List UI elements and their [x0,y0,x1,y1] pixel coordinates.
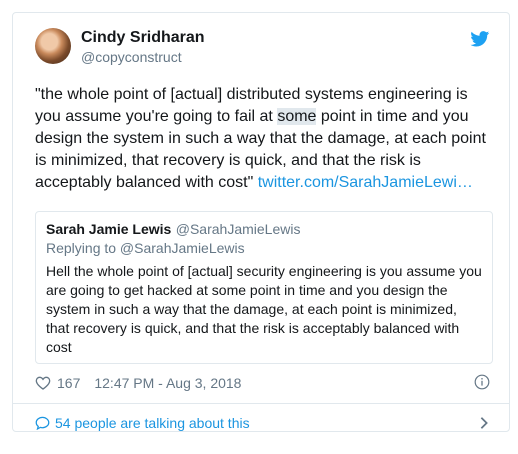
like-count[interactable]: 167 [57,375,80,391]
speech-bubble-icon [35,416,50,430]
tweet-card[interactable]: Cindy Sridharan @copyconstruct "the whol… [12,12,510,432]
divider [13,403,509,404]
quoted-author-handle: @SarahJamieLewis [175,221,301,237]
tweet-meta: 167 12:47 PM - Aug 3, 2018 [35,375,241,391]
author-handle[interactable]: @copyconstruct [81,49,182,65]
info-icon[interactable] [474,374,490,390]
heart-icon[interactable] [35,376,51,390]
tweet-text: "the whole point of [actual] distributed… [35,84,495,194]
timestamp[interactable]: 12:47 PM - Aug 3, 2018 [94,375,241,391]
twitter-bird-icon[interactable] [470,31,490,47]
quoted-author-name: Sarah Jamie Lewis [46,221,172,237]
tweet-link[interactable]: twitter.com/SarahJamieLewi… [258,174,473,191]
conversation-link[interactable]: 54 people are talking about this [35,415,250,431]
avatar[interactable] [35,28,71,64]
conversation-label[interactable]: 54 people are talking about this [55,415,250,431]
chevron-right-icon[interactable] [479,416,489,430]
author-name[interactable]: Cindy Sridharan [81,29,205,47]
tweet-text-highlight: some [277,108,317,125]
quoted-replying-to: Replying to @SarahJamieLewis [46,240,245,256]
quoted-text: Hell the whole point of [actual] securit… [46,263,482,355]
quoted-tweet[interactable]: Sarah Jamie Lewis @SarahJamieLewis Reply… [35,211,493,364]
